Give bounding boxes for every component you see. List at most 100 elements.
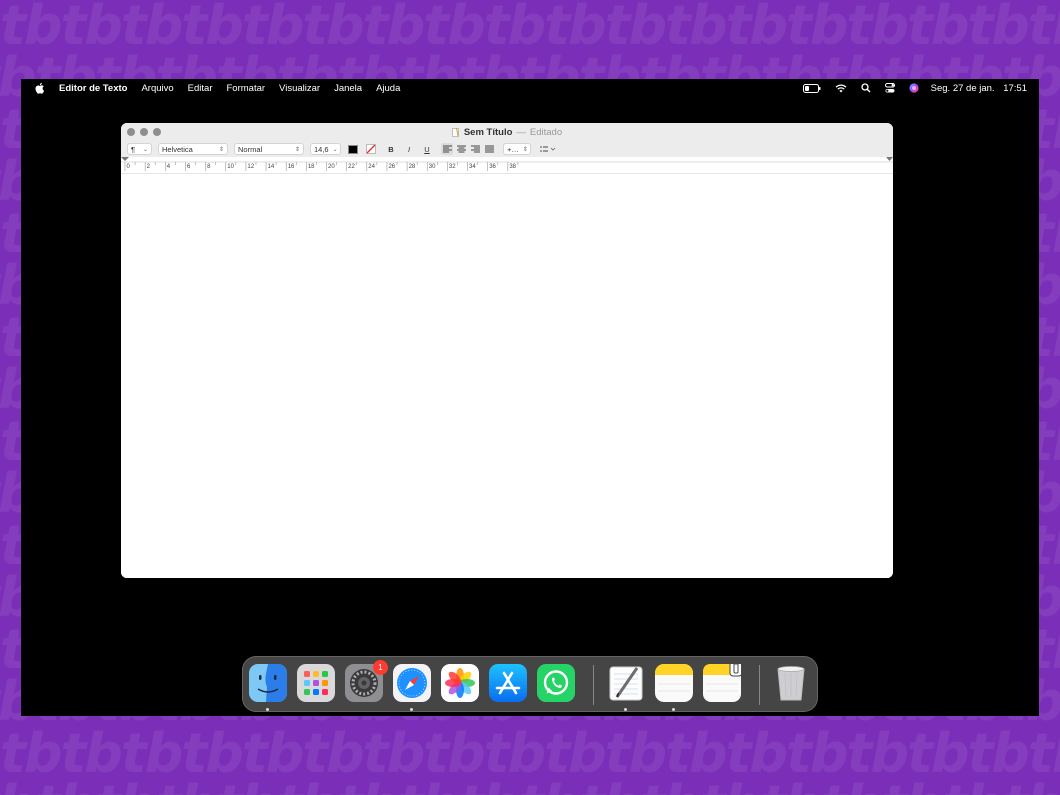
launchpad-icon [297, 664, 335, 702]
ruler-label: 8 [207, 164, 211, 170]
dock-launchpad[interactable] [297, 664, 335, 702]
document-title[interactable]: Sem Título [464, 127, 513, 138]
ruler-label: 16 [287, 164, 295, 170]
paragraph-style-popup[interactable]: ¶ ⌄ [127, 143, 152, 155]
font-family-popup[interactable]: Helvetica ⇕ [158, 143, 228, 155]
ruler-label: 12 [247, 164, 255, 170]
siri-icon[interactable] [909, 83, 919, 93]
dock-trash[interactable] [772, 664, 810, 702]
dock-finder[interactable] [249, 664, 287, 711]
dock-textedit[interactable] [607, 664, 645, 711]
menu-formatar[interactable]: Formatar [227, 83, 266, 94]
underline-button[interactable]: U [421, 143, 433, 155]
finder-icon [249, 664, 287, 702]
dock-whatsapp[interactable] [537, 664, 575, 702]
mac-desktop-screen: Editor de Texto Arquivo Editar Formatar … [21, 79, 1039, 716]
status-area: Seg. 27 de jan. 17:51 [789, 79, 1027, 97]
apple-menu-icon[interactable] [33, 81, 47, 95]
line-spacing-value: +… [507, 144, 519, 154]
bulleted-list-icon [540, 146, 556, 152]
ruler-label: 4 [166, 164, 171, 170]
menu-bar: Editor de Texto Arquivo Editar Formatar … [21, 79, 1039, 97]
app-store-icon [489, 664, 527, 702]
dock-system-settings[interactable]: 1 [345, 660, 388, 702]
dock: 1 [242, 656, 818, 712]
ruler-label: 30 [428, 164, 436, 170]
ruler-label: 26 [388, 164, 396, 170]
line-spacing-popup[interactable]: +… ⇕ [503, 143, 531, 155]
ruler-label: 32 [448, 164, 456, 170]
dock-app-store[interactable] [489, 664, 527, 702]
text-color-well[interactable] [347, 143, 359, 155]
paragraph-style-label: ¶ [131, 144, 136, 154]
whatsapp-icon [537, 664, 575, 702]
font-style-value: Normal [238, 144, 263, 154]
font-style-popup[interactable]: Normal ⇕ [234, 143, 304, 155]
font-family-value: Helvetica [162, 144, 193, 154]
textedit-icon [607, 664, 645, 702]
dock-safari[interactable] [393, 664, 431, 711]
justify-button[interactable] [483, 143, 495, 155]
align-justify-icon [484, 145, 494, 153]
align-right-button[interactable] [469, 143, 481, 155]
notes-shortcut-icon [703, 660, 743, 702]
bold-button[interactable]: B [385, 143, 397, 155]
dock-notes[interactable] [655, 664, 693, 711]
align-center-icon [456, 145, 466, 153]
ruler-label: 22 [348, 164, 355, 170]
dock-photos[interactable] [441, 664, 479, 702]
app-menu-editor-de-texto[interactable]: Editor de Texto [59, 83, 127, 94]
running-indicator [410, 708, 413, 711]
ruler-label: 20 [328, 164, 335, 170]
photos-icon [441, 664, 479, 702]
menu-arquivo[interactable]: Arquivo [141, 83, 173, 94]
menu-editar[interactable]: Editar [188, 83, 213, 94]
dock-separator [759, 665, 760, 705]
align-center-button[interactable] [455, 143, 467, 155]
document-icon [452, 127, 459, 137]
clock-time: 17:51 [1003, 82, 1027, 94]
updown-chevron-icon: ⇕ [218, 146, 224, 153]
align-left-button[interactable] [441, 143, 453, 155]
search-icon[interactable] [861, 83, 871, 93]
dock-separator [593, 665, 594, 705]
ruler-label: 18 [307, 164, 315, 170]
updown-chevron-icon: ⇕ [522, 146, 528, 153]
dock-notes-shortcut[interactable] [703, 660, 743, 702]
ruler-label: 2 [146, 164, 150, 170]
ruler-label: 0 [126, 164, 130, 170]
align-right-icon [470, 145, 480, 153]
ruler-label: 36 [489, 164, 496, 170]
ruler-label: 14 [267, 164, 275, 170]
italic-button[interactable]: I [403, 143, 415, 155]
notes-icon [655, 664, 693, 702]
notification-badge: 1 [373, 660, 388, 675]
ruler-label: 10 [227, 164, 234, 170]
battery-icon[interactable] [802, 83, 821, 93]
trash-icon [772, 664, 810, 702]
background-color-well[interactable] [365, 143, 377, 155]
ruler-label: 38 [509, 164, 517, 170]
ruler[interactable]: 0 2 4 6 8 10 12 14 16 18 20 22 24 26 28 30 32 34 36 38 [121, 157, 893, 174]
ruler-labels: 0 2 4 6 8 10 12 14 16 18 20 22 24 26 28 30 32 34 36 38 [121, 157, 893, 174]
safari-icon [393, 664, 431, 702]
ruler-label: 6 [186, 164, 191, 170]
font-size-value: 14,6 [314, 144, 329, 154]
window-titlebar[interactable]: Sem Título — Editado [121, 123, 893, 141]
document-state: Editado [529, 126, 563, 138]
control-center-icon[interactable] [884, 83, 895, 93]
menu-janela[interactable]: Janela [334, 83, 362, 94]
menu-bar-clock[interactable]: Seg. 27 de jan. 17:51 [931, 83, 1027, 94]
wifi-icon[interactable] [835, 83, 847, 93]
font-size-combo[interactable]: 14,6 ⌄ [310, 143, 341, 155]
menu-ajuda[interactable]: Ajuda [376, 83, 400, 94]
running-indicator [624, 708, 627, 711]
menu-visualizar[interactable]: Visualizar [279, 83, 320, 94]
format-toolbar: ¶ ⌄ Helvetica ⇕ Normal ⇕ 14,6 ⌄ B I U +…… [121, 141, 893, 157]
list-style-popup[interactable] [537, 143, 559, 155]
document-text-area[interactable] [121, 175, 893, 578]
title-separator: — [516, 126, 526, 138]
textedit-window: Sem Título — Editado ¶ ⌄ Helvetica ⇕ Nor… [121, 123, 893, 578]
chevron-down-icon: ⌄ [142, 146, 148, 153]
ruler-label: 24 [368, 164, 375, 170]
